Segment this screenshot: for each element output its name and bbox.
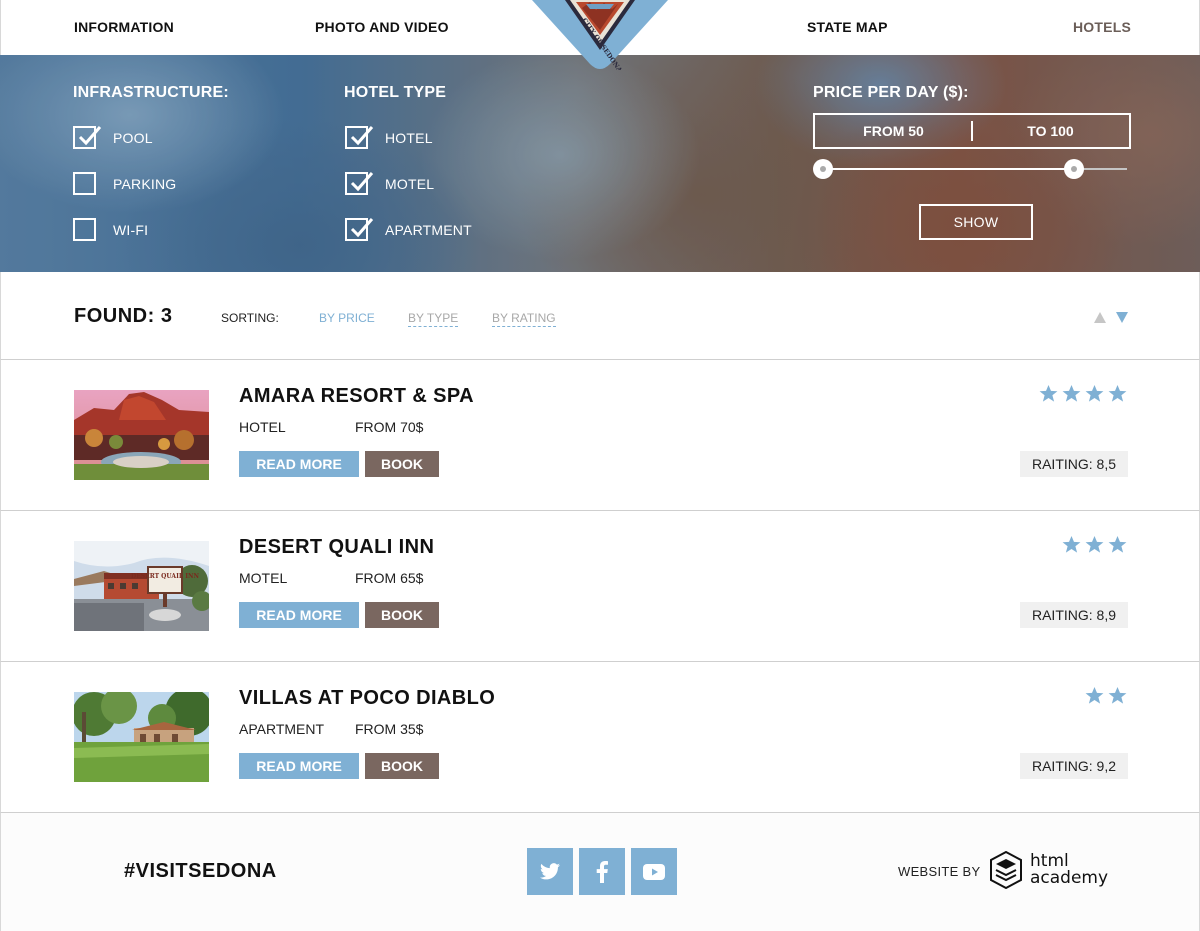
hotel-type: MOTEL — [239, 570, 288, 586]
nav-hotels[interactable]: HOTELS — [1073, 19, 1131, 35]
youtube-icon — [643, 863, 665, 880]
facebook-button[interactable] — [579, 848, 625, 895]
hotel-card: AMARA RESORT & SPA HOTEL FROM 70$ READ M… — [0, 360, 1200, 511]
checkbox-checked-icon[interactable] — [73, 126, 102, 149]
hotel-price: FROM 65$ — [355, 570, 424, 586]
hotel-photo[interactable] — [74, 390, 209, 480]
star-icon — [1062, 384, 1081, 402]
checkbox-motel[interactable]: MOTEL — [345, 172, 434, 195]
show-button[interactable]: SHOW — [919, 204, 1033, 240]
hotel-card: VILLAS AT POCO DIABLO APARTMENT FROM 35$… — [0, 662, 1200, 813]
nav-state-map[interactable]: STATE MAP — [807, 19, 888, 35]
hotel-type-title: HOTEL TYPE — [344, 84, 447, 101]
star-rating — [1039, 384, 1127, 403]
hotel-photo[interactable]: DESERT QUAIL INN — [74, 541, 209, 631]
checkbox-empty-icon[interactable] — [73, 218, 96, 241]
sorting-label: SORTING: — [221, 311, 279, 325]
hotel-type: HOTEL — [239, 419, 286, 435]
read-more-button[interactable]: READ MORE — [239, 753, 359, 779]
price-from-field[interactable]: FROM 50 — [815, 115, 972, 147]
price-to-field[interactable]: TO 100 — [972, 115, 1129, 147]
book-button[interactable]: BOOK — [365, 451, 439, 477]
book-button[interactable]: BOOK — [365, 602, 439, 628]
footer: #VISITSEDONA WEBSITE BY html academy — [0, 813, 1200, 931]
sort-by-rating[interactable]: BY RATING — [492, 311, 556, 327]
star-icon — [1108, 384, 1127, 402]
star-rating — [1062, 535, 1127, 554]
price-slider-max-handle[interactable] — [1064, 159, 1084, 179]
read-more-button[interactable]: READ MORE — [239, 451, 359, 477]
hotel-name[interactable]: AMARA RESORT & SPA — [239, 385, 474, 408]
youtube-button[interactable] — [631, 848, 677, 895]
checkbox-label: APARTMENT — [385, 221, 472, 238]
star-icon — [1108, 535, 1127, 553]
checkbox-checked-icon[interactable] — [345, 126, 374, 149]
hotel-type: APARTMENT — [239, 721, 325, 737]
filter-banner: INFRASTRUCTURE: POOL PARKING WI-FI HOTEL… — [0, 55, 1200, 272]
price-title: PRICE PER DAY ($): — [813, 84, 969, 101]
infrastructure-title: INFRASTRUCTURE: — [73, 84, 229, 101]
star-rating — [1085, 686, 1127, 705]
book-button[interactable]: BOOK — [365, 753, 439, 779]
star-icon — [1039, 384, 1058, 402]
checkbox-checked-icon[interactable] — [345, 172, 374, 195]
city-of-sedona-logo[interactable]: CITY OF SEDONA — [532, 0, 668, 70]
twitter-icon — [540, 863, 560, 880]
nav-photo-and-video[interactable]: PHOTO AND VIDEO — [315, 19, 449, 35]
checkbox-label: MOTEL — [385, 175, 435, 192]
sort-by-price[interactable]: BY PRICE — [319, 311, 375, 325]
star-icon — [1085, 686, 1104, 704]
facebook-icon — [596, 860, 608, 883]
html-academy-logo-icon — [990, 851, 1022, 889]
academy-wordmark: html academy — [1030, 853, 1108, 887]
checkbox-label: PARKING — [113, 175, 177, 192]
twitter-button[interactable] — [527, 848, 573, 895]
hotel-name[interactable]: VILLAS AT POCO DIABLO — [239, 687, 495, 710]
hashtag: #VISITSEDONA — [124, 860, 277, 882]
star-icon — [1062, 535, 1081, 553]
sort-descending-icon[interactable] — [1116, 312, 1128, 323]
checkbox-pool[interactable]: POOL — [73, 126, 153, 149]
read-more-button[interactable]: READ MORE — [239, 602, 359, 628]
hotel-name[interactable]: DESERT QUALI INN — [239, 536, 434, 559]
sign-text: DESERT QUAIL INN — [131, 573, 199, 580]
price-range-input[interactable]: FROM 50 TO 100 — [813, 113, 1131, 149]
rating-badge: RAITING: 9,2 — [1020, 753, 1128, 779]
checkbox-checked-icon[interactable] — [345, 218, 374, 241]
sort-by-type[interactable]: BY TYPE — [408, 311, 459, 327]
hotel-price: FROM 70$ — [355, 419, 424, 435]
checkbox-parking[interactable]: PARKING — [73, 172, 176, 195]
star-icon — [1085, 535, 1104, 553]
hotel-price: FROM 35$ — [355, 721, 424, 737]
checkbox-empty-icon[interactable] — [73, 172, 96, 195]
checkbox-label: POOL — [113, 129, 153, 146]
hotel-photo[interactable] — [74, 692, 209, 782]
found-count: FOUND: 3 — [74, 305, 173, 327]
sort-ascending-icon[interactable] — [1094, 312, 1106, 323]
website-by-label: WEBSITE BY — [898, 864, 981, 879]
price-divider — [971, 121, 973, 141]
checkbox-wifi[interactable]: WI-FI — [73, 218, 148, 241]
star-icon — [1108, 686, 1127, 704]
html-academy-link[interactable]: html academy — [990, 851, 1108, 889]
nav-information[interactable]: INFORMATION — [74, 19, 174, 35]
star-icon — [1085, 384, 1104, 402]
price-slider-min-handle[interactable] — [813, 159, 833, 179]
results-bar: FOUND: 3 SORTING: BY PRICE BY TYPE BY RA… — [0, 272, 1200, 360]
hotel-card: DESERT QUAIL INN DESERT QUALI INN MOTEL … — [0, 511, 1200, 662]
rating-badge: RAITING: 8,5 — [1020, 451, 1128, 477]
checkbox-label: WI-FI — [113, 221, 149, 238]
checkbox-apartment[interactable]: APARTMENT — [345, 218, 472, 241]
rating-badge: RAITING: 8,9 — [1020, 602, 1128, 628]
checkbox-label: HOTEL — [385, 129, 433, 146]
academy-line2: academy — [1030, 868, 1109, 888]
checkbox-hotel[interactable]: HOTEL — [345, 126, 433, 149]
price-slider-fill — [822, 168, 1074, 170]
